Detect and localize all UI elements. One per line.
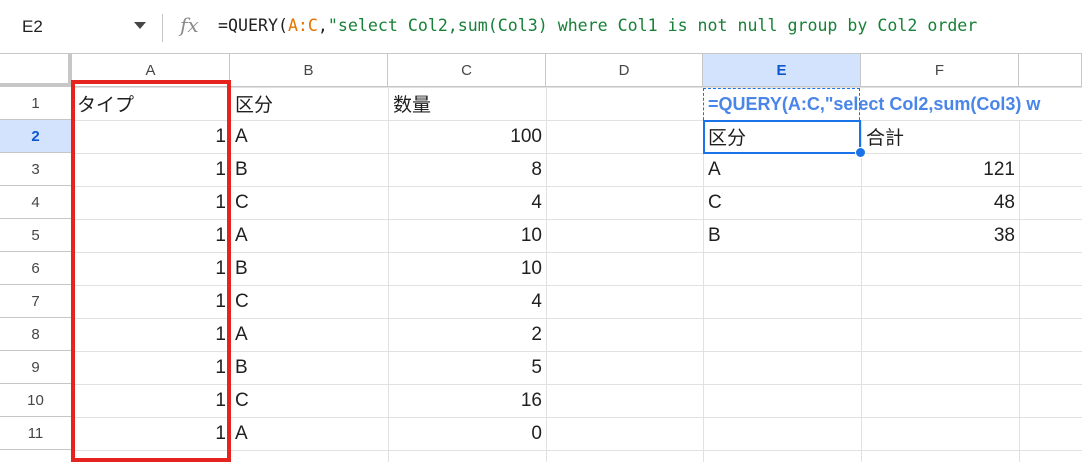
cell-c1[interactable]: 数量 — [389, 87, 546, 120]
fill-handle[interactable] — [855, 147, 866, 158]
formula-comma: , — [317, 16, 328, 35]
cell-e2[interactable]: 区分 — [704, 120, 861, 153]
select-all-corner[interactable] — [0, 54, 72, 87]
cell-b1[interactable]: 区分 — [231, 87, 388, 120]
cell-c8[interactable]: 2 — [389, 318, 546, 351]
cell-e4[interactable]: C — [704, 186, 861, 219]
cell-e3[interactable]: A — [704, 153, 861, 186]
cell-c6[interactable]: 10 — [389, 252, 546, 285]
cell-c7[interactable]: 4 — [389, 285, 546, 318]
cell-a6[interactable]: 1 — [73, 252, 230, 285]
row-header-8[interactable]: 8 — [0, 318, 72, 351]
row-header-1[interactable]: 1 — [0, 87, 72, 120]
column-header-d[interactable]: D — [546, 54, 703, 87]
row-header-2[interactable]: 2 — [0, 120, 72, 153]
column-header-b[interactable]: B — [230, 54, 388, 87]
cell-b2[interactable]: A — [231, 120, 388, 153]
column-header-c[interactable]: C — [388, 54, 546, 87]
cell-f4[interactable]: 48 — [862, 186, 1019, 219]
row-header-10[interactable]: 10 — [0, 384, 72, 417]
cell-a9[interactable]: 1 — [73, 351, 230, 384]
cell-f2[interactable]: 合計 — [862, 120, 1019, 153]
formula-bar-divider — [162, 14, 163, 42]
name-box-dropdown-icon[interactable] — [134, 22, 146, 29]
cell-c4[interactable]: 4 — [389, 186, 546, 219]
column-header-g[interactable] — [1019, 54, 1082, 87]
cell-a8[interactable]: 1 — [73, 318, 230, 351]
cell-b7[interactable]: C — [231, 285, 388, 318]
cell-a3[interactable]: 1 — [73, 153, 230, 186]
fx-icon: fx — [180, 13, 199, 37]
cell-a1[interactable]: タイプ — [73, 87, 230, 120]
formula-bar: E2 fx =QUERY(A:C,"select Col2,sum(Col3) … — [0, 0, 1082, 54]
cell-f5[interactable]: 38 — [862, 219, 1019, 252]
cell-c9[interactable]: 5 — [389, 351, 546, 384]
gridline — [546, 87, 547, 462]
cell-b6[interactable]: B — [231, 252, 388, 285]
cell-c11[interactable]: 0 — [389, 417, 546, 450]
cell-a7[interactable]: 1 — [73, 285, 230, 318]
formula-input[interactable]: =QUERY(A:C,"select Col2,sum(Col3) where … — [218, 16, 977, 35]
row-header-6[interactable]: 6 — [0, 252, 72, 285]
row-header-12[interactable] — [0, 450, 72, 462]
cell-b3[interactable]: B — [231, 153, 388, 186]
row-header-4[interactable]: 4 — [0, 186, 72, 219]
cell-b10[interactable]: C — [231, 384, 388, 417]
gridline — [1019, 87, 1020, 462]
formula-string: "select Col2,sum(Col3) where Col1 is not… — [327, 16, 978, 35]
cell-b8[interactable]: A — [231, 318, 388, 351]
row-header-5[interactable]: 5 — [0, 219, 72, 252]
cell-a2[interactable]: 1 — [73, 120, 230, 153]
row-header-7[interactable]: 7 — [0, 285, 72, 318]
cell-b11[interactable]: A — [231, 417, 388, 450]
cell-b5[interactable]: A — [231, 219, 388, 252]
cell-c3[interactable]: 8 — [389, 153, 546, 186]
cell-e1-formula[interactable]: =QUERY(A:C,"select Col2,sum(Col3) w — [703, 88, 1082, 120]
cell-f3[interactable]: 121 — [862, 153, 1019, 186]
row-header-9[interactable]: 9 — [0, 351, 72, 384]
column-header-e[interactable]: E — [703, 54, 861, 87]
cell-a4[interactable]: 1 — [73, 186, 230, 219]
formula-range: A:C — [287, 16, 318, 35]
column-header-f[interactable]: F — [861, 54, 1019, 87]
cell-a11[interactable]: 1 — [73, 417, 230, 450]
formula-prefix: =QUERY( — [218, 16, 288, 35]
cell-c5[interactable]: 10 — [389, 219, 546, 252]
row-header-3[interactable]: 3 — [0, 153, 72, 186]
row-header-11[interactable]: 11 — [0, 417, 72, 450]
cell-e5[interactable]: B — [704, 219, 861, 252]
cell-b9[interactable]: B — [231, 351, 388, 384]
column-header-a[interactable]: A — [72, 54, 230, 87]
cell-a10[interactable]: 1 — [73, 384, 230, 417]
cell-b4[interactable]: C — [231, 186, 388, 219]
cell-c10[interactable]: 16 — [389, 384, 546, 417]
cell-a5[interactable]: 1 — [73, 219, 230, 252]
cell-c2[interactable]: 100 — [389, 120, 546, 153]
